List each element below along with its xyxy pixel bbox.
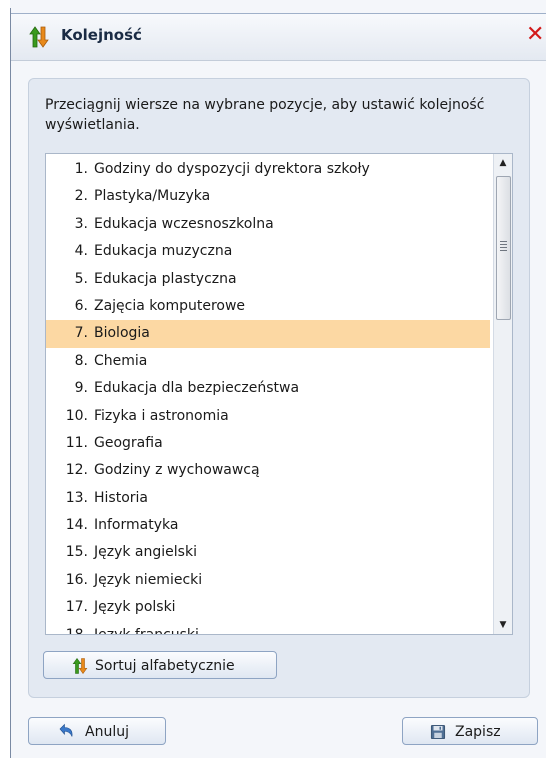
list-item[interactable]: 5. Edukacja plastyczna [46, 266, 490, 293]
list-item-label: Biologia [94, 325, 150, 342]
scroll-grip-icon [500, 241, 507, 251]
list-item-number: 6. [74, 297, 88, 314]
list-item[interactable]: 6. Zajęcia komputerowe [46, 293, 490, 320]
list-item-number: 12. [65, 462, 88, 479]
list-item[interactable]: 7. Biologia [46, 320, 490, 348]
list-item-number: 16. [65, 571, 88, 588]
sort-button-label: Sortuj alfabetycznie [95, 658, 235, 674]
list-item-number: 17. [65, 599, 88, 616]
list-item-label: Godziny z wychowawcą [94, 462, 260, 479]
order-list[interactable]: 1. Godziny do dyspozycji dyrektora szkoły… [45, 153, 513, 635]
list-item[interactable]: 16. Język niemiecki [46, 567, 490, 594]
scroll-up-arrow[interactable]: ▲ [494, 154, 512, 172]
scroll-down-arrow[interactable]: ▼ [494, 616, 512, 634]
list-item-number: 2. [74, 188, 88, 205]
list-item-number: 14. [65, 517, 88, 534]
list-item[interactable]: 3. Edukacja wczesnoszkolna [46, 211, 490, 238]
sort-arrows-icon [72, 657, 88, 675]
list-item-number: 9. [74, 380, 88, 397]
list-item[interactable]: 13. Historia [46, 485, 490, 512]
cancel-button-label: Anuluj [85, 724, 129, 740]
scroll-thumb[interactable] [496, 176, 511, 320]
list-item-label: Informatyka [94, 517, 179, 534]
list-item[interactable]: 11. Geografia [46, 430, 490, 457]
save-button[interactable]: Zapisz [402, 717, 538, 745]
list-item-number: 11. [65, 434, 88, 451]
list-item[interactable]: 9. Edukacja dla bezpieczeństwa [46, 375, 490, 402]
title-bar[interactable]: Kolejność ✕ [11, 13, 546, 61]
list-item-label: Język polski [94, 599, 176, 616]
list-item-label: Język francuski [94, 626, 199, 635]
list-rows: 1. Godziny do dyspozycji dyrektora szkoły… [46, 156, 490, 635]
vertical-scrollbar[interactable]: ▲ ▼ [493, 154, 512, 634]
list-item-label: Język niemiecki [94, 571, 203, 588]
list-item[interactable]: 15. Język angielski [46, 539, 490, 566]
list-item-label: Plastyka/Muzyka [94, 188, 211, 205]
list-item-number: 8. [74, 352, 88, 369]
save-button-label: Zapisz [455, 724, 501, 740]
list-item-label: Edukacja plastyczna [94, 270, 237, 287]
list-item-label: Język angielski [94, 544, 197, 561]
list-item-label: Edukacja wczesnoszkolna [94, 215, 274, 232]
list-item-label: Edukacja dla bezpieczeństwa [94, 380, 300, 397]
list-item[interactable]: 17. Język polski [46, 594, 490, 621]
list-item[interactable]: 18. Język francuski [46, 622, 490, 635]
dialog-title: Kolejność [61, 26, 142, 44]
list-item-label: Zajęcia komputerowe [94, 297, 246, 314]
list-item-number: 4. [74, 243, 88, 260]
list-item[interactable]: 4. Edukacja muzyczna [46, 238, 490, 265]
list-item[interactable]: 12. Godziny z wychowawcą [46, 457, 490, 484]
list-item-number: 13. [65, 489, 88, 506]
undo-arrow-icon [59, 723, 73, 737]
list-item-number: 15. [65, 544, 88, 561]
list-item-label: Chemia [94, 352, 148, 369]
close-button[interactable]: ✕ [526, 24, 544, 46]
list-item[interactable]: 1. Godziny do dyspozycji dyrektora szkoły [46, 156, 490, 183]
list-item-number: 10. [65, 407, 88, 424]
cancel-button[interactable]: Anuluj [28, 717, 166, 745]
list-item-label: Fizyka i astronomia [94, 407, 229, 424]
list-item-label: Edukacja muzyczna [94, 243, 233, 260]
list-item-number: 18. [65, 626, 88, 635]
list-item-number: 7. [74, 325, 88, 342]
list-item[interactable]: 10. Fizyka i astronomia [46, 403, 490, 430]
list-item-number: 5. [74, 270, 88, 287]
content-panel: Przeciągnij wiersze na wybrane pozycje, … [28, 78, 530, 698]
floppy-disk-icon [430, 724, 446, 740]
sort-alphabetically-button[interactable]: Sortuj alfabetycznie [43, 651, 277, 679]
list-item-label: Godziny do dyspozycji dyrektora szkoły [94, 161, 370, 177]
list-item[interactable]: 2. Plastyka/Muzyka [46, 183, 490, 210]
window-edge [10, 8, 11, 758]
list-item[interactable]: 8. Chemia [46, 348, 490, 375]
list-item-label: Historia [94, 489, 148, 506]
list-item-label: Geografia [94, 434, 163, 451]
list-item[interactable]: 14. Informatyka [46, 512, 490, 539]
list-item-number: 3. [74, 215, 88, 232]
instruction-text: Przeciągnij wiersze na wybrane pozycje, … [45, 97, 485, 133]
list-item-number: 1. [74, 161, 88, 177]
reorder-arrows-icon [29, 26, 49, 48]
